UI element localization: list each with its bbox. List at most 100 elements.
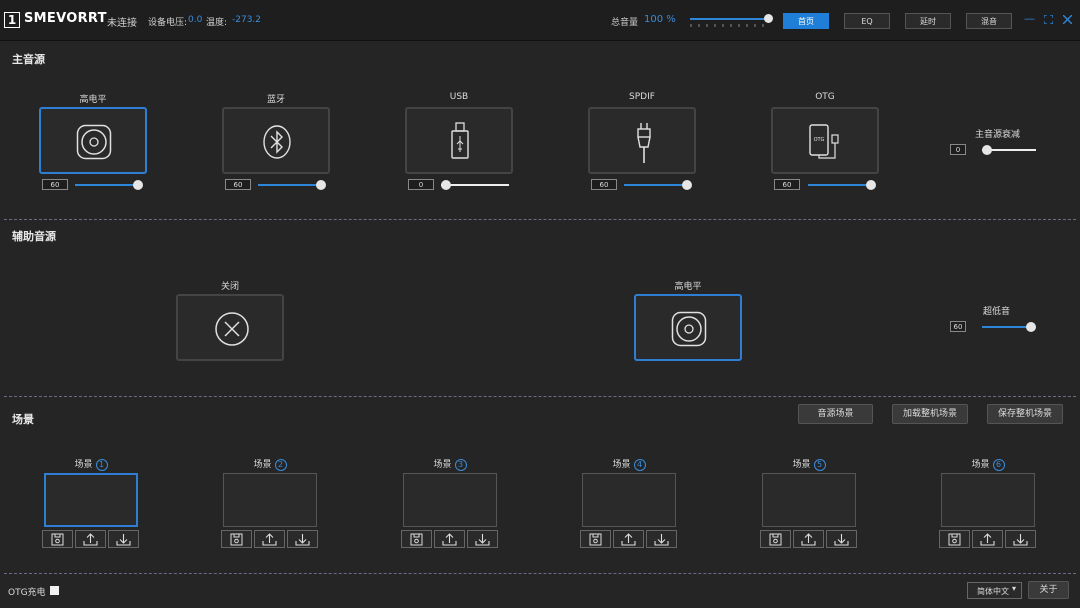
temp-label: 温度: <box>206 18 228 28</box>
source-value-otg[interactable]: 60 <box>774 179 800 190</box>
title-bar: 1 SMEVORRT 未连接 设备电压: 0.0 温度: -273.2 总音量 … <box>0 0 1080 41</box>
scene-slot[interactable] <box>403 473 497 527</box>
source-slider-spdif[interactable] <box>624 180 692 190</box>
source-tile-otg[interactable]: OTG <box>771 107 879 174</box>
attenuation-slider[interactable] <box>982 145 1036 155</box>
download-scene-button[interactable] <box>826 530 857 548</box>
scene-label-text: 场景 <box>971 460 990 470</box>
source-tile-spdif[interactable] <box>588 107 696 174</box>
otg-charge-checkbox[interactable] <box>50 586 59 595</box>
save-scene-button[interactable] <box>42 530 73 548</box>
save-scene-button[interactable] <box>760 530 791 548</box>
upload-scene-button[interactable] <box>972 530 1003 548</box>
save-icon <box>589 533 602 546</box>
download-icon <box>116 534 131 546</box>
main-source-title: 主音源 <box>12 53 45 66</box>
source-value-highlevel[interactable]: 60 <box>42 179 68 190</box>
save-scene-button[interactable] <box>401 530 432 548</box>
source-value-spdif[interactable]: 60 <box>591 179 617 190</box>
upload-scene-button[interactable] <box>254 530 285 548</box>
close-icon[interactable] <box>1063 15 1072 24</box>
connection-status: 未连接 <box>107 18 137 29</box>
aux-label-highlevel: 高电平 <box>674 282 702 292</box>
save-scene-button[interactable] <box>939 530 970 548</box>
aux-tile-highlevel[interactable] <box>634 294 742 361</box>
upload-scene-button[interactable] <box>793 530 824 548</box>
save-scene-button[interactable]: 保存整机场景 <box>987 404 1063 424</box>
language-select[interactable]: 简体中文 ▾ <box>967 582 1022 599</box>
source-slider-highlevel[interactable] <box>75 180 143 190</box>
source-tile-bluetooth[interactable] <box>222 107 330 174</box>
about-button[interactable]: 关于 <box>1028 581 1069 599</box>
scene-number: 5 <box>813 458 826 471</box>
download-icon <box>1013 534 1028 546</box>
source-slider-usb[interactable] <box>441 180 509 190</box>
scene-label-text: 场景 <box>612 460 631 470</box>
scene-label: 场景 6 <box>928 457 1048 471</box>
speaker-icon <box>76 124 112 160</box>
scene-slot[interactable] <box>762 473 856 527</box>
save-scene-button[interactable] <box>221 530 252 548</box>
source-label-usb: USB <box>449 92 469 102</box>
save-icon <box>230 533 243 546</box>
upload-scene-button[interactable] <box>434 530 465 548</box>
volume-slider-knob[interactable] <box>764 14 773 23</box>
subwoofer-label: 超低音 <box>983 307 1011 317</box>
otg-phone-icon: OTG <box>809 124 839 159</box>
minimize-icon[interactable]: — <box>1024 12 1035 25</box>
scene-number: 2 <box>274 458 287 471</box>
volume-ticks <box>690 24 764 27</box>
otg-charge-label: OTG充电 <box>8 588 46 598</box>
scene-slot[interactable] <box>941 473 1035 527</box>
scene-label-text: 场景 <box>253 460 272 470</box>
footer-divider <box>4 573 1076 574</box>
scene-label-text: 场景 <box>74 460 93 470</box>
nav-eq-button[interactable]: EQ <box>844 13 890 29</box>
volume-label: 总音量 <box>611 18 639 28</box>
download-icon <box>295 534 310 546</box>
source-value-usb[interactable]: 0 <box>408 179 434 190</box>
scene-slot[interactable] <box>223 473 317 527</box>
attenuation-value[interactable]: 0 <box>950 144 966 155</box>
subwoofer-value[interactable]: 60 <box>950 321 966 332</box>
save-icon <box>948 533 961 546</box>
scene-label: 场景 3 <box>390 457 510 471</box>
logo: 1 <box>4 12 20 28</box>
source-tile-highlevel[interactable] <box>39 107 147 174</box>
usb-icon <box>451 122 469 159</box>
download-scene-button[interactable] <box>646 530 677 548</box>
source-value-bluetooth[interactable]: 60 <box>225 179 251 190</box>
maximize-icon[interactable] <box>1044 15 1053 24</box>
upload-scene-button[interactable] <box>613 530 644 548</box>
source-slider-bluetooth[interactable] <box>258 180 326 190</box>
source-label-highlevel: 高电平 <box>79 95 107 105</box>
scene-slot[interactable] <box>44 473 138 527</box>
load-scene-button[interactable]: 加载整机场景 <box>892 404 968 424</box>
source-label-otg: OTG <box>815 92 835 102</box>
subwoofer-slider[interactable] <box>982 322 1036 332</box>
source-slider-otg[interactable] <box>808 180 876 190</box>
save-icon <box>769 533 782 546</box>
download-scene-button[interactable] <box>108 530 139 548</box>
upload-icon <box>83 533 98 546</box>
source-scene-button[interactable]: 音源场景 <box>798 404 873 424</box>
upload-icon <box>621 533 636 546</box>
source-label-spdif: SPDIF <box>629 92 655 102</box>
download-scene-button[interactable] <box>467 530 498 548</box>
aux-label-off: 关闭 <box>220 282 239 292</box>
nav-mix-button[interactable]: 混音 <box>966 13 1012 29</box>
aux-tile-off[interactable] <box>176 294 284 361</box>
scene-slot[interactable] <box>582 473 676 527</box>
download-scene-button[interactable] <box>287 530 318 548</box>
nav-delay-button[interactable]: 延时 <box>905 13 951 29</box>
download-scene-button[interactable] <box>1005 530 1036 548</box>
voltage-label: 设备电压: <box>148 18 188 28</box>
upload-icon <box>980 533 995 546</box>
save-scene-button[interactable] <box>580 530 611 548</box>
voltage-value: 0.0 <box>188 15 203 25</box>
source-tile-usb[interactable] <box>405 107 513 174</box>
nav-home-button[interactable]: 首页 <box>783 13 829 29</box>
upload-scene-button[interactable] <box>75 530 106 548</box>
volume-slider[interactable] <box>690 14 773 23</box>
otg-icon-text: OTG <box>814 137 825 143</box>
